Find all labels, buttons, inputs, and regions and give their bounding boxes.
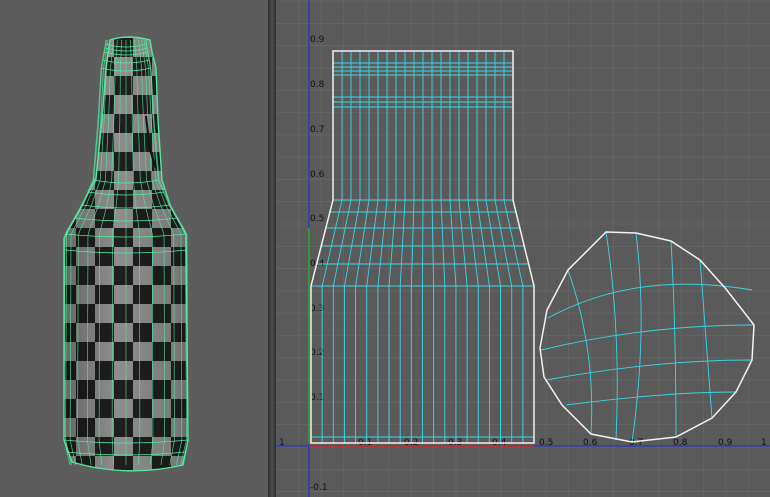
bottle-body-uv-shell[interactable] [310, 50, 535, 444]
maya-workspace: 1 0.1 0.2 0.3 0.4 0.5 0.6 0.7 0.8 0.9 1 0.9 0.8 0.7 0.… [0, 0, 770, 497]
uv-canvas[interactable]: 1 0.1 0.2 0.3 0.4 0.5 0.6 0.7 0.8 0.9 10.90.80.70.… [276, 0, 770, 497]
bottom-shell-outline [539, 231, 755, 443]
v-tick-label: 0.7 [310, 125, 324, 135]
u-tick-label: 1 [279, 438, 285, 448]
u-tick-label: 0.5 [539, 438, 553, 448]
v-tick-label: 0.9 [310, 35, 325, 45]
u-tick-label: 0.9 [718, 438, 733, 448]
bottle-bottom-uv-shell[interactable] [539, 231, 755, 443]
bottle-mesh[interactable] [50, 30, 200, 490]
u-tick-label: 0.6 [583, 438, 598, 448]
v-tick-label: -0.1 [310, 483, 328, 493]
panel-divider[interactable] [268, 0, 276, 497]
perspective-viewport[interactable] [0, 0, 268, 497]
u-tick-label: 0.7 [629, 438, 643, 448]
v-tick-label: 0.5 [310, 214, 324, 224]
body-uv-edges [311, 51, 534, 443]
v-tick-label: 0.6 [310, 170, 325, 180]
v-tick-label: 0.8 [310, 80, 325, 90]
u-tick-label: 1 [761, 438, 767, 448]
uv-texture-editor[interactable]: 1 0.1 0.2 0.3 0.4 0.5 0.6 0.7 0.8 0.9 1 0.9 0.8 0.7 0.… [276, 0, 770, 497]
checker-texture [64, 37, 188, 471]
u-tick-label: 0.8 [673, 438, 688, 448]
viewport-canvas[interactable] [0, 0, 268, 497]
bottom-uv-edges [540, 231, 755, 443]
